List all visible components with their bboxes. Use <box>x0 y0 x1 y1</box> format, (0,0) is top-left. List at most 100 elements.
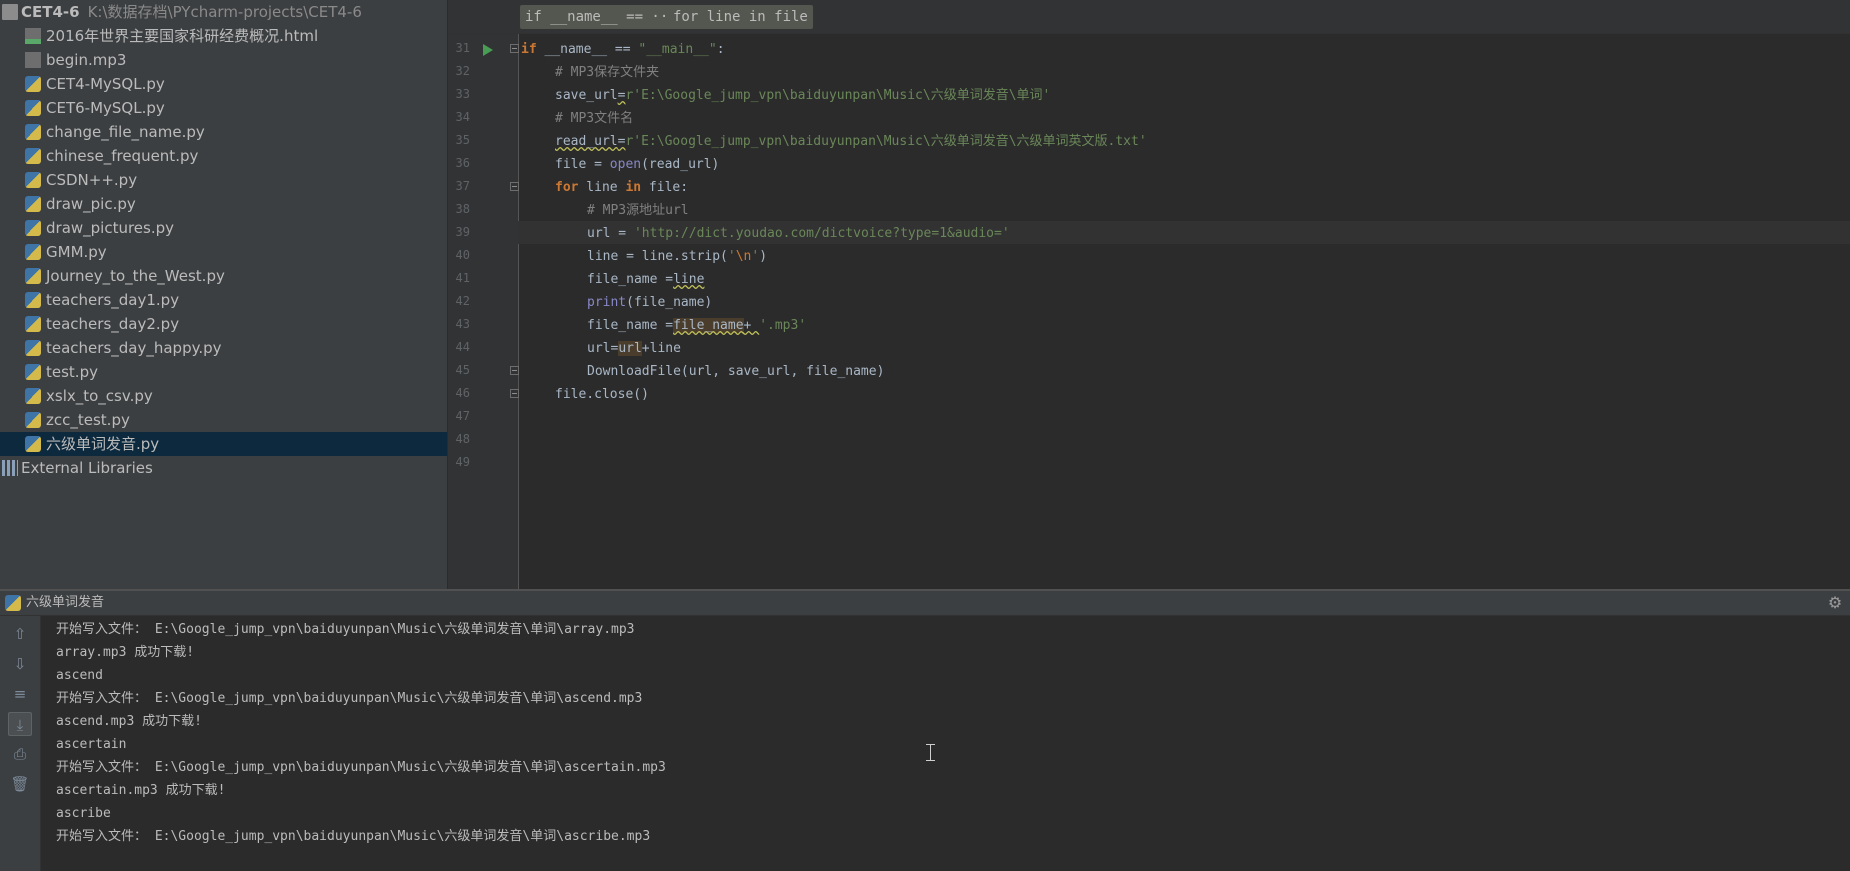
code-line-37: for line in file: <box>555 176 688 199</box>
breadcrumb-item[interactable]: if __name__ == ··· <box>520 5 682 29</box>
line-number: 48 <box>455 432 470 446</box>
builtin: open <box>609 157 642 172</box>
console-output[interactable]: 开始写入文件： E:\Google_jump_vpn\baiduyunpan\M… <box>41 616 1850 871</box>
code-line-34: # MP3文件名 <box>555 107 633 130</box>
tree-item-file-selected[interactable]: 六级单词发音.py <box>0 432 447 456</box>
run-config-title[interactable]: 六级单词发音 <box>26 591 104 615</box>
tree-item-file[interactable]: draw_pictures.py <box>0 216 447 240</box>
line-number: 31 <box>455 41 470 55</box>
keyword: in <box>625 180 642 195</box>
fold-icon[interactable] <box>510 182 519 191</box>
python-file-icon <box>25 292 41 308</box>
line-number: 38 <box>455 202 470 216</box>
arrow-down-icon[interactable]: ⇩ <box>8 652 32 676</box>
code-text: file = <box>555 157 610 172</box>
tree-item-label: GMM.py <box>46 243 107 261</box>
tree-item-label: CSDN++.py <box>46 171 138 189</box>
string-literal: "__main__" <box>638 42 717 57</box>
tree-item-file[interactable]: chinese_frequent.py <box>0 144 447 168</box>
python-file-icon <box>25 268 41 284</box>
code-text: file.close() <box>555 387 649 402</box>
code-line-40: line = line.strip('\n') <box>587 245 767 268</box>
code-text: (read_url) <box>641 157 720 172</box>
tree-item-label: CET4-MySQL.py <box>46 75 165 93</box>
run-gutter-icon[interactable] <box>483 44 493 56</box>
tree-item-file[interactable]: CET6-MySQL.py <box>0 96 447 120</box>
code-line-38: # MP3源地址url <box>587 199 689 222</box>
tree-item-file[interactable]: zcc_test.py <box>0 408 447 432</box>
line-number: 43 <box>455 317 470 331</box>
code-text: line <box>578 180 626 195</box>
code-area[interactable]: if __name__ == "__main__": # MP3保存文件夹 sa… <box>521 34 1850 589</box>
code-text: file_name <box>673 318 744 333</box>
code-text: line = line.strip( <box>587 249 728 264</box>
scroll-to-end-icon[interactable]: ⤓ <box>8 712 32 736</box>
tree-item-file[interactable]: 2016年世界主要国家科研经费概况.html <box>0 24 447 48</box>
comment: # MP3保存文件夹 <box>555 65 660 80</box>
tree-item-file[interactable]: CET4-MySQL.py <box>0 72 447 96</box>
string-literal: r'E:\Google_jump_vpn\baiduyunpan\Music\六… <box>625 134 1147 149</box>
tree-item-file[interactable]: Journey_to_the_West.py <box>0 264 447 288</box>
tree-item-file[interactable]: test.py <box>0 360 447 384</box>
tree-root-cet4-6[interactable]: CET4-6 K:\数据存档\PYcharm-projects\CET4-6 <box>0 0 447 24</box>
keyword: for <box>555 180 579 195</box>
code-line-33: save_url=r'E:\Google_jump_vpn\baiduyunpa… <box>555 84 1050 107</box>
tree-item-label: teachers_day2.py <box>46 315 180 333</box>
line-number: 32 <box>455 64 470 78</box>
trash-icon[interactable]: 🗑 <box>8 772 32 796</box>
gear-icon[interactable]: ⚙ <box>1826 594 1844 612</box>
code-text: line <box>673 272 705 287</box>
tree-item-file[interactable]: teachers_day_happy.py <box>0 336 447 360</box>
line-number: 42 <box>455 294 470 308</box>
project-tree: CET4-6 K:\数据存档\PYcharm-projects\CET4-6 20… <box>0 0 447 589</box>
code-editor[interactable]: if __name__ == ··· for line in file 31 3… <box>448 0 1850 589</box>
library-icon <box>2 460 18 476</box>
python-file-icon <box>25 172 41 188</box>
line-gutter: 31 32 33 34 35 36 37 38 39 40 41 42 43 4… <box>448 34 519 589</box>
tree-item-file[interactable]: begin.mp3 <box>0 48 447 72</box>
line-number: 45 <box>455 363 470 377</box>
code-line-31: if __name__ == "__main__": <box>521 38 725 61</box>
code-text: DownloadFile(url, save_url, file_name) <box>587 364 885 379</box>
folder-icon <box>2 4 18 20</box>
code-line-41: file_name =line <box>587 268 704 291</box>
code-line-39: url = 'http://dict.youdao.com/dictvoice?… <box>587 222 1010 245</box>
tree-item-external-libraries[interactable]: External Libraries <box>0 456 447 480</box>
python-file-icon <box>25 76 41 92</box>
arrow-up-icon[interactable]: ⇧ <box>8 622 32 646</box>
code-text: url = <box>587 226 634 241</box>
soft-wrap-icon[interactable]: ≡ <box>8 682 32 706</box>
python-file-icon <box>25 148 41 164</box>
code-line-45: DownloadFile(url, save_url, file_name) <box>587 360 884 383</box>
tree-item-file[interactable]: CSDN++.py <box>0 168 447 192</box>
code-text: (file_name) <box>626 295 713 310</box>
fold-icon[interactable] <box>510 366 519 375</box>
python-file-icon <box>25 412 41 428</box>
line-number: 35 <box>455 133 470 147</box>
project-path: K:\数据存档\PYcharm-projects\CET4-6 <box>87 3 362 21</box>
console-line: ascribe <box>56 806 111 821</box>
run-toolbar: ⇧ ⇩ ≡ ⤓ ⎙ 🗑 <box>0 616 41 871</box>
python-file-icon <box>25 124 41 140</box>
print-icon[interactable]: ⎙ <box>8 742 32 766</box>
code-line-35: read_url=r'E:\Google_jump_vpn\baiduyunpa… <box>555 130 1147 153</box>
tree-item-file[interactable]: change_file_name.py <box>0 120 447 144</box>
tree-item-file[interactable]: xslx_to_csv.py <box>0 384 447 408</box>
tree-item-file[interactable]: teachers_day2.py <box>0 312 447 336</box>
code-line-43: file_name =file_name+ '.mp3' <box>587 314 806 337</box>
python-run-icon <box>5 595 21 611</box>
tree-item-file[interactable]: teachers_day1.py <box>0 288 447 312</box>
comment: # MP3文件名 <box>555 111 634 126</box>
breadcrumb-item[interactable]: for line in file <box>668 5 813 29</box>
code-text: : <box>716 42 725 57</box>
fold-icon[interactable] <box>510 389 519 398</box>
code-text: url <box>618 341 642 356</box>
string-literal: ' <box>727 249 736 264</box>
unknown-file-icon <box>25 52 41 68</box>
tree-item-label: CET6-MySQL.py <box>46 99 165 117</box>
python-file-icon <box>25 388 41 404</box>
tree-item-label: draw_pic.py <box>46 195 136 213</box>
fold-icon[interactable] <box>510 44 519 53</box>
tree-item-file[interactable]: draw_pic.py <box>0 192 447 216</box>
tree-item-file[interactable]: GMM.py <box>0 240 447 264</box>
